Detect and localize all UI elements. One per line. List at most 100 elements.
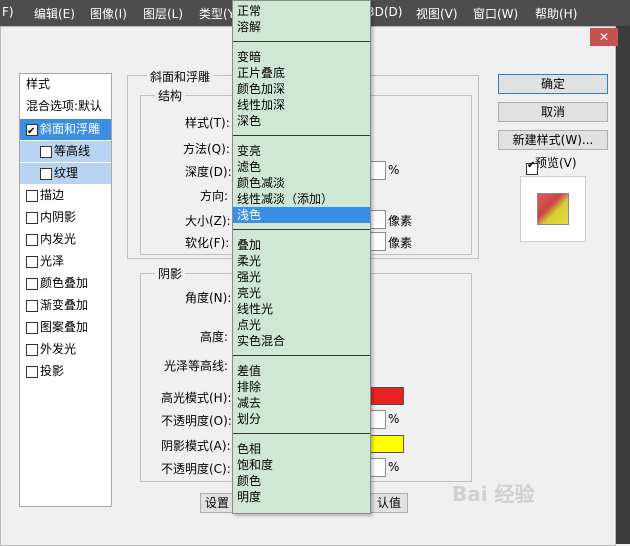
set-default-button[interactable]: 设置 xyxy=(200,493,234,513)
menu-edit[interactable]: 编辑(E) xyxy=(34,5,75,22)
menu-help[interactable]: 帮助(H) xyxy=(535,5,577,22)
altitude-label: 高度: xyxy=(200,330,229,344)
style-item-bevel[interactable]: 斜面和浮雕 xyxy=(20,119,111,142)
blend-mode-option[interactable]: 颜色 xyxy=(233,473,370,489)
depth-label: 深度(D): xyxy=(185,165,232,179)
method-label: 方法(Q): xyxy=(183,142,230,156)
blend-mode-option[interactable]: 颜色减淡 xyxy=(233,175,370,191)
menu-type[interactable]: 类型(Y xyxy=(199,5,235,22)
blend-mode-option[interactable]: 正常 xyxy=(233,3,370,19)
checkbox-bevel[interactable] xyxy=(26,121,38,142)
style-item-pattern-overlay[interactable]: 图案叠加 xyxy=(20,317,111,338)
direction-label: 方向: xyxy=(200,189,229,203)
menu-layer[interactable]: 图层(L) xyxy=(143,5,183,22)
checkbox-texture[interactable] xyxy=(40,168,52,180)
blend-mode-option[interactable]: 排除 xyxy=(233,379,370,395)
dropdown-separator xyxy=(233,433,370,434)
checkbox-contour[interactable] xyxy=(40,146,52,158)
dropdown-separator xyxy=(233,135,370,136)
soften-unit: 像素 xyxy=(388,236,413,250)
checkbox-satin[interactable] xyxy=(26,256,38,268)
checkbox-gradient-overlay[interactable] xyxy=(26,300,38,312)
blend-mode-option[interactable]: 差值 xyxy=(233,363,370,379)
blend-mode-option[interactable]: 明度 xyxy=(233,489,370,505)
blend-mode-dropdown[interactable]: 正常 溶解变暗 正片叠底 颜色加深 线性加深 深色变亮 滤色 颜色减淡 线性减淡（添加） 浅色叠加… xyxy=(232,0,371,514)
highlight-opacity-unit: % xyxy=(388,412,400,426)
checkbox-outer-glow[interactable] xyxy=(26,344,38,356)
bevel-group-title: 斜面和浮雕 xyxy=(147,68,214,85)
blend-mode-option[interactable]: 实色混合 xyxy=(233,333,370,349)
styles-header[interactable]: 样式 xyxy=(20,74,111,95)
size-unit: 像素 xyxy=(388,214,413,228)
blend-mode-option[interactable]: 减去 xyxy=(233,395,370,411)
styles-list: 样式 混合选项:默认 斜面和浮雕 等高线 纹理 描边 内阴影 内发光 光泽 颜色… xyxy=(19,73,112,507)
blend-mode-option[interactable]: 线性加深 xyxy=(233,97,370,113)
blend-mode-option[interactable]: 变亮 xyxy=(233,143,370,159)
blend-options-item[interactable]: 混合选项:默认 xyxy=(20,96,111,117)
close-button[interactable]: ✕ xyxy=(590,28,618,46)
blend-mode-option[interactable]: 浅色 xyxy=(233,207,370,223)
preview-thumbnail xyxy=(537,193,569,225)
blend-mode-option[interactable]: 点光 xyxy=(233,317,370,333)
shading-group-title: 阴影 xyxy=(155,265,186,282)
preview-toggle[interactable]: 预览(V) xyxy=(520,154,577,175)
style-item-texture[interactable]: 纹理 xyxy=(20,163,111,184)
blend-mode-option[interactable]: 色相 xyxy=(233,441,370,457)
style-item-color-overlay[interactable]: 颜色叠加 xyxy=(20,273,111,294)
preview-checkbox[interactable] xyxy=(526,160,538,175)
new-style-button[interactable]: 新建样式(W)... xyxy=(498,130,608,150)
style-label: 样式(T): xyxy=(185,116,230,130)
menu-image[interactable]: 图像(I) xyxy=(90,5,127,22)
menu-view[interactable]: 视图(V) xyxy=(416,5,458,22)
reset-default-button[interactable]: 认值 xyxy=(370,493,408,513)
style-item-contour[interactable]: 等高线 xyxy=(20,141,111,162)
checkbox-inner-glow[interactable] xyxy=(26,234,38,246)
menu-3d[interactable]: 3D(D) xyxy=(367,5,402,19)
checkbox-stroke[interactable] xyxy=(26,190,38,202)
watermark: Bai 经验 xyxy=(452,482,535,506)
style-item-inner-glow[interactable]: 内发光 xyxy=(20,229,111,250)
blend-mode-option[interactable]: 正片叠底 xyxy=(233,65,370,81)
style-item-outer-glow[interactable]: 外发光 xyxy=(20,339,111,360)
blend-mode-option[interactable]: 滤色 xyxy=(233,159,370,175)
checkbox-drop-shadow[interactable] xyxy=(26,366,38,378)
checkbox-inner-shadow[interactable] xyxy=(26,212,38,224)
checkbox-pattern-overlay[interactable] xyxy=(26,322,38,334)
shadow-opacity-label: 不透明度(C): xyxy=(161,462,231,476)
blend-mode-option[interactable]: 线性光 xyxy=(233,301,370,317)
blend-mode-option[interactable]: 变暗 xyxy=(233,49,370,65)
blend-mode-option[interactable]: 强光 xyxy=(233,269,370,285)
shadow-color-swatch[interactable] xyxy=(368,435,404,453)
blend-mode-option[interactable]: 划分 xyxy=(233,411,370,427)
gloss-contour-label: 光泽等高线: xyxy=(164,359,229,373)
dropdown-separator xyxy=(233,41,370,42)
blend-mode-option[interactable]: 叠加 xyxy=(233,237,370,253)
dropdown-separator xyxy=(233,229,370,230)
blend-mode-option[interactable]: 线性减淡（添加） xyxy=(233,191,370,207)
ok-button[interactable]: 确定 xyxy=(498,74,608,94)
blend-mode-option[interactable]: 柔光 xyxy=(233,253,370,269)
style-item-drop-shadow[interactable]: 投影 xyxy=(20,361,111,382)
size-label: 大小(Z): xyxy=(185,214,231,228)
checkbox-color-overlay[interactable] xyxy=(26,278,38,290)
dropdown-separator xyxy=(233,355,370,356)
style-item-satin[interactable]: 光泽 xyxy=(20,251,111,272)
menu-file[interactable]: F) xyxy=(2,5,14,19)
style-item-gradient-overlay[interactable]: 渐变叠加 xyxy=(20,295,111,316)
style-item-inner-shadow[interactable]: 内阴影 xyxy=(20,207,111,228)
background-strip xyxy=(614,26,630,544)
preview-label: 预览(V) xyxy=(535,156,577,170)
soften-label: 软化(F): xyxy=(185,236,230,250)
blend-mode-option[interactable]: 溶解 xyxy=(233,19,370,35)
menu-window[interactable]: 窗口(W) xyxy=(473,5,518,22)
blend-mode-option[interactable]: 颜色加深 xyxy=(233,81,370,97)
style-item-stroke[interactable]: 描边 xyxy=(20,185,111,206)
cancel-button[interactable]: 取消 xyxy=(498,102,608,122)
shadow-mode-label: 阴影模式(A): xyxy=(161,439,231,453)
style-preview xyxy=(520,176,586,242)
highlight-opacity-label: 不透明度(O): xyxy=(161,414,232,428)
highlight-color-swatch[interactable] xyxy=(368,387,404,405)
blend-mode-option[interactable]: 深色 xyxy=(233,113,370,129)
blend-mode-option[interactable]: 饱和度 xyxy=(233,457,370,473)
blend-mode-option[interactable]: 亮光 xyxy=(233,285,370,301)
